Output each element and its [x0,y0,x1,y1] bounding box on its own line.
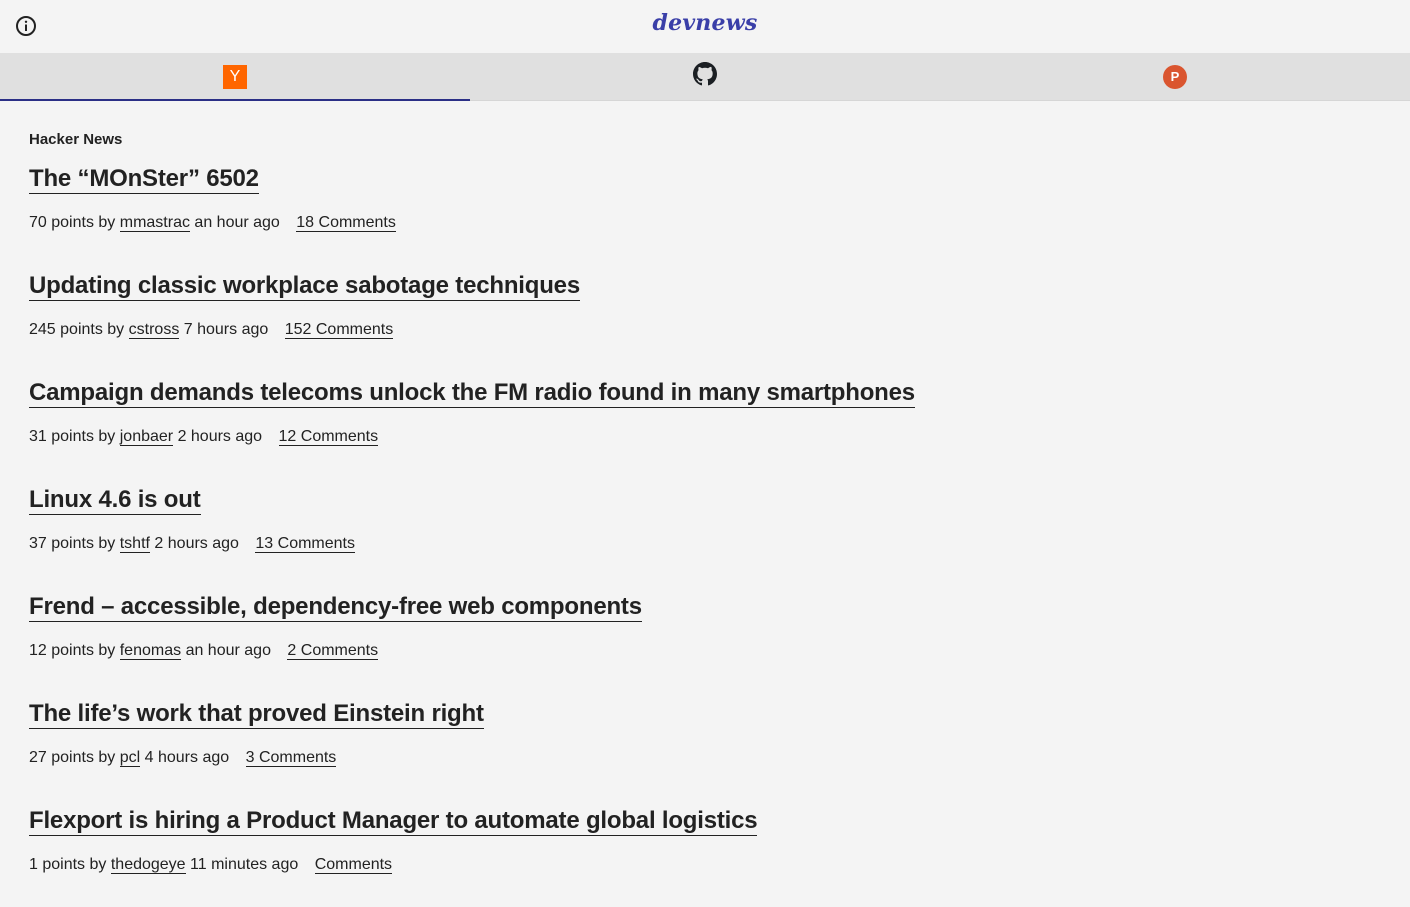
story-points: 31 points by [29,428,116,445]
story-comments-link[interactable]: 13 Comments [255,535,355,553]
story-title-link[interactable]: The “MOnSter” 6502 [29,165,259,194]
story-title-link[interactable]: Updating classic workplace sabotage tech… [29,272,580,301]
story-comments-link[interactable]: Comments [314,856,393,874]
story-points: 70 points by [29,214,116,231]
story-comments-link[interactable]: 12 Comments [278,428,379,446]
story-meta: 37 points by tshtf 2 hours ago 13 Commen… [29,534,1381,554]
top-bar: devnews [0,0,1410,53]
story-age: an hour ago [194,214,280,231]
story-author-link[interactable]: fenomas [119,642,182,660]
story-item: Frend – accessible, dependency-free web … [29,593,1381,700]
story-meta: 31 points by jonbaer 2 hours ago 12 Comm… [29,427,1381,447]
story-age: 2 hours ago [154,535,239,552]
story-points: 245 points by [29,321,125,338]
product-hunt-icon: P [1163,64,1187,89]
story-title-link[interactable]: Frend – accessible, dependency-free web … [29,593,642,622]
app-brand: devnews [652,10,758,36]
story-title-link[interactable]: The life’s work that proved Einstein rig… [29,700,484,729]
section-title: Hacker News [29,131,123,148]
feed: Hacker News The “MOnSter” 6502 70 points… [0,101,1410,907]
story-item: Campaign demands telecoms unlock the FM … [29,379,1381,486]
tab-hacker-news[interactable]: Y [0,53,470,101]
story-comments-link[interactable]: 2 Comments [287,642,379,660]
story-author-link[interactable]: thedogeye [110,856,186,874]
story-item: Updating classic workplace sabotage tech… [29,272,1381,379]
story-item: The “MOnSter” 6502 70 points by mmastrac… [29,165,1381,272]
story-author-link[interactable]: jonbaer [119,428,174,446]
tab-product-hunt[interactable]: P [940,53,1410,100]
story-points: 1 points by [29,856,107,873]
story-author-link[interactable]: mmastrac [119,214,190,232]
story-title-link[interactable]: Linux 4.6 is out [29,486,201,515]
github-icon [693,62,717,91]
story-meta: 12 points by fenomas an hour ago 2 Comme… [29,641,1381,661]
story-author-link[interactable]: pcl [119,749,141,767]
story-meta: 1 points by thedogeye 11 minutes ago Com… [29,855,1381,875]
story-item: Flexport is hiring a Product Manager to … [29,807,1381,907]
story-author-link[interactable]: cstross [128,321,180,339]
story-author-link[interactable]: tshtf [119,535,150,553]
story-comments-link[interactable]: 3 Comments [245,749,337,767]
story-comments-link[interactable]: 18 Comments [296,214,396,232]
story-title-link[interactable]: Campaign demands telecoms unlock the FM … [29,379,915,408]
story-item: The life’s work that proved Einstein rig… [29,700,1381,807]
story-age: an hour ago [185,642,271,659]
story-age: 2 hours ago [177,428,263,445]
story-meta: 245 points by cstross 7 hours ago 152 Co… [29,320,1381,340]
story-points: 37 points by [29,535,116,552]
story-age: 7 hours ago [183,321,269,338]
story-points: 27 points by [29,749,116,766]
story-item: Linux 4.6 is out 37 points by tshtf 2 ho… [29,486,1381,593]
y-combinator-icon: Y [223,64,247,89]
tab-github[interactable] [470,53,940,100]
story-title-link[interactable]: Flexport is hiring a Product Manager to … [29,807,758,836]
story-age: 11 minutes ago [190,856,299,873]
story-meta: 27 points by pcl 4 hours ago 3 Comments [29,748,1381,768]
story-comments-link[interactable]: 152 Comments [284,321,394,339]
source-tabs: Y P [0,53,1410,101]
story-points: 12 points by [29,642,116,659]
story-age: 4 hours ago [144,749,230,766]
story-meta: 70 points by mmastrac an hour ago 18 Com… [29,213,1381,233]
